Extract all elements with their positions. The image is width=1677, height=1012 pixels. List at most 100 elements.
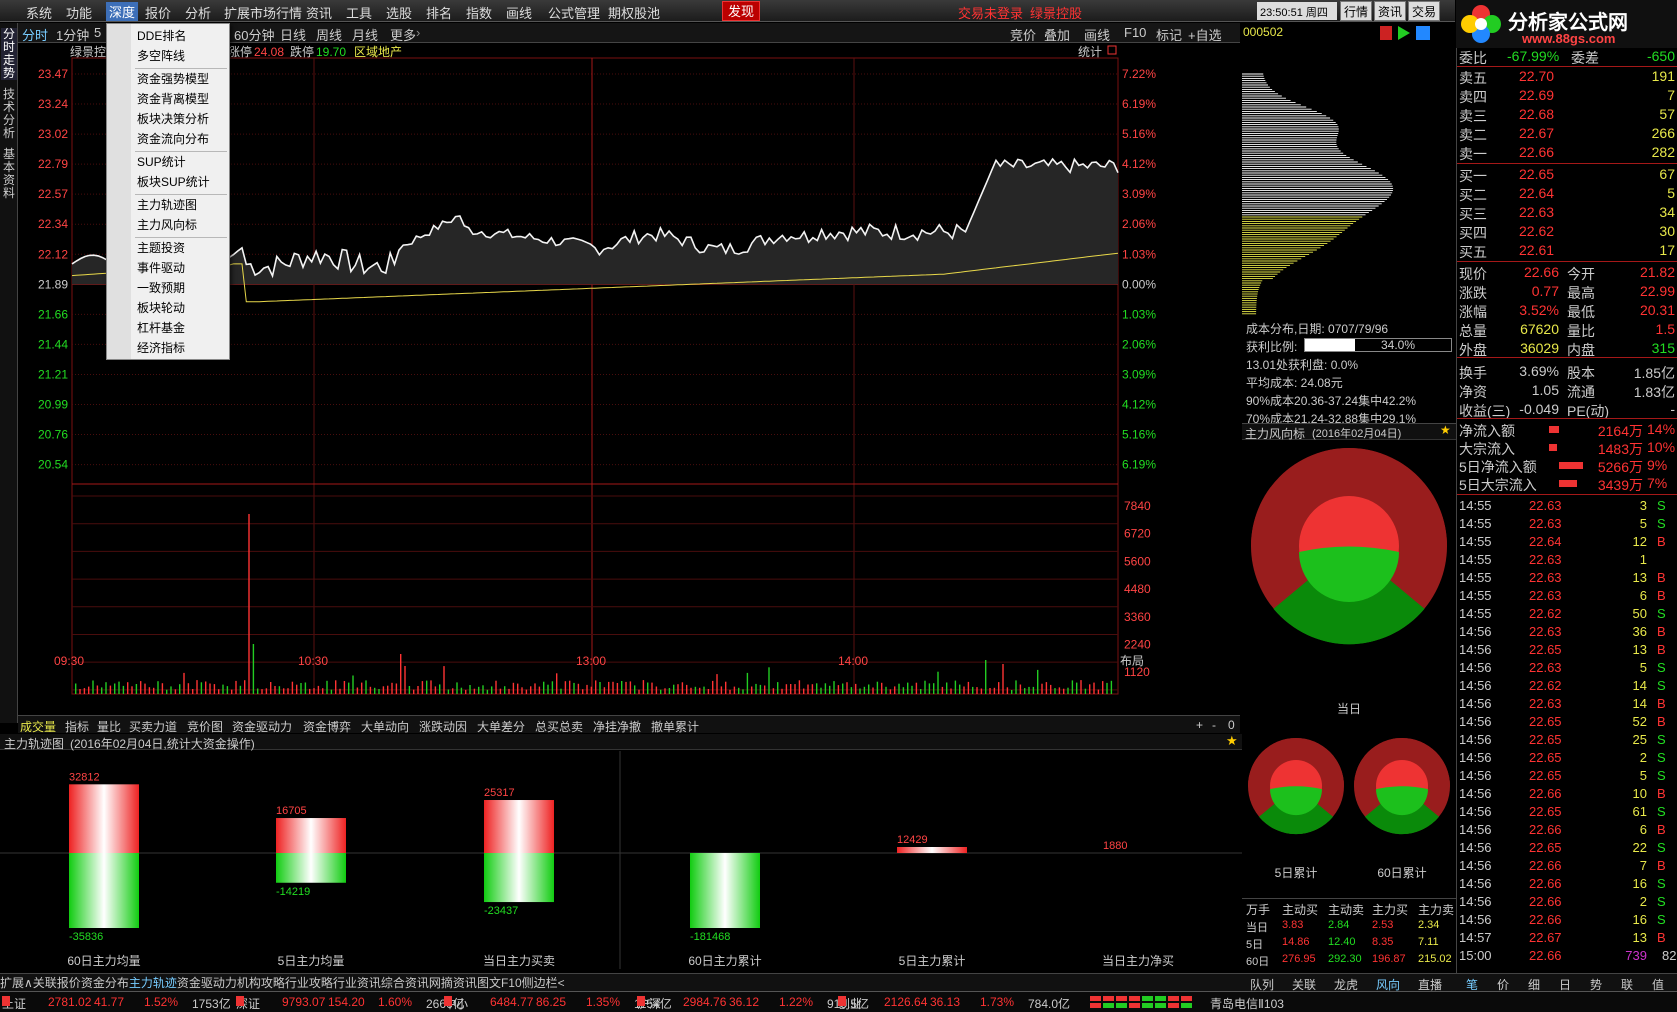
bottom-tab-7[interactable]: 行业资讯 bbox=[333, 976, 381, 990]
dropdown-item[interactable]: 事件驱动 bbox=[137, 259, 185, 276]
top-tab-0[interactable]: 行情 bbox=[1340, 1, 1372, 21]
star-icon[interactable]: ★ bbox=[1226, 733, 1238, 749]
menu-item-10[interactable]: 指数 bbox=[466, 3, 492, 22]
indicator-tab-8[interactable]: 涨跌动因 bbox=[419, 718, 467, 735]
price-axis-label: 22.57 bbox=[38, 187, 68, 201]
dropdown-item[interactable]: 杠杆基金 bbox=[137, 319, 185, 336]
period-1[interactable]: 1分钟 bbox=[56, 25, 89, 44]
zoom-control-2[interactable]: 0 bbox=[1228, 718, 1235, 732]
menu-item-8[interactable]: 选股 bbox=[386, 3, 412, 22]
menu-item-6[interactable]: 资讯 bbox=[306, 3, 332, 22]
f10-tab[interactable]: 图文F10 bbox=[477, 976, 522, 990]
play-icon[interactable] bbox=[1398, 26, 1410, 40]
menu-item-2[interactable]: 深度 bbox=[106, 2, 139, 21]
indicator-tab-2[interactable]: 量比 bbox=[97, 718, 121, 735]
top-tab-1[interactable]: 资讯 bbox=[1374, 1, 1406, 21]
menu-item-12[interactable]: 公式管理 bbox=[548, 3, 600, 22]
dropdown-item[interactable]: 资金背离模型 bbox=[137, 90, 209, 107]
dropdown-item[interactable]: 主力风向标 bbox=[137, 216, 197, 233]
chart-tool-4[interactable]: 标记 bbox=[1156, 25, 1182, 44]
period-3[interactable]: 60分钟 bbox=[234, 25, 274, 44]
period-7[interactable]: 更多 bbox=[390, 25, 416, 44]
bottom-tab-5[interactable]: 机构攻略 bbox=[237, 976, 285, 990]
menu-item-9[interactable]: 排名 bbox=[426, 3, 452, 22]
vertical-tab-2[interactable]: 基本资料 bbox=[1, 148, 17, 200]
dropdown-item[interactable]: 资金强势模型 bbox=[137, 70, 209, 87]
price-axis-label: 20.54 bbox=[38, 458, 68, 472]
dropdown-item[interactable]: SUP统计 bbox=[137, 153, 186, 170]
period-4[interactable]: 日线 bbox=[280, 25, 306, 44]
indicator-tab-7[interactable]: 大单动向 bbox=[361, 718, 409, 735]
dropdown-item[interactable]: 多空阵线 bbox=[137, 47, 185, 64]
dropdown-item[interactable]: 主力轨迹图 bbox=[137, 196, 197, 213]
bottom-tab-9[interactable]: 网摘资讯 bbox=[429, 976, 477, 990]
red-flag-icon[interactable] bbox=[1380, 26, 1392, 40]
breadth-segment bbox=[1168, 996, 1179, 1001]
bottom-tab-8[interactable]: 综合资讯 bbox=[381, 976, 429, 990]
dropdown-item[interactable]: 板块SUP统计 bbox=[137, 173, 210, 190]
vertical-tab-1[interactable]: 技术分析 bbox=[1, 88, 17, 140]
sector-label: 区域地产 bbox=[354, 45, 402, 59]
chart-tool-1[interactable]: 叠加 bbox=[1044, 25, 1070, 44]
chart-tool-0[interactable]: 竞价 bbox=[1010, 25, 1036, 44]
top-tab-2[interactable]: 交易 bbox=[1408, 1, 1440, 21]
chart-tool-2[interactable]: 画线 bbox=[1084, 25, 1110, 44]
dropdown-item[interactable]: 一致预期 bbox=[137, 279, 185, 296]
menu-item-0[interactable]: 系统 bbox=[26, 3, 52, 22]
dropdown-item[interactable]: 板块轮动 bbox=[137, 299, 185, 316]
dropdown-item[interactable]: 板块决策分析 bbox=[137, 110, 209, 127]
tick-volume: 3 bbox=[1639, 498, 1647, 513]
bottom-tab-6[interactable]: 行业攻略 bbox=[285, 976, 333, 990]
indicator-tab-3[interactable]: 买卖力道 bbox=[129, 718, 177, 735]
indicator-tab-1[interactable]: 指标 bbox=[65, 718, 89, 735]
volume-bar bbox=[309, 688, 311, 694]
menu-item-5[interactable]: 扩展市场行情 bbox=[224, 3, 302, 22]
index-up-icon bbox=[838, 996, 846, 1006]
dropdown-item[interactable]: DDE排名 bbox=[137, 27, 186, 44]
trade-login-status[interactable]: 交易未登录 bbox=[958, 3, 1023, 22]
dropdown-item[interactable]: 主题投资 bbox=[137, 239, 185, 256]
index-hs-2: 36.12 bbox=[729, 995, 760, 1009]
indicator-tab-6[interactable]: 资金博弈 bbox=[303, 718, 351, 735]
indicator-tab-12[interactable]: 撤单累计 bbox=[651, 718, 699, 735]
volume-bar bbox=[707, 689, 710, 694]
period-6[interactable]: 月线 bbox=[352, 25, 378, 44]
period-5[interactable]: 周线 bbox=[316, 25, 342, 44]
more-arrow-icon[interactable]: › bbox=[416, 25, 420, 40]
layout-label[interactable]: 布局 bbox=[1120, 654, 1144, 668]
bottom-tab-0[interactable]: 扩展∧ bbox=[0, 976, 33, 990]
zoom-control-1[interactable]: - bbox=[1212, 718, 1216, 732]
menu-item-13[interactable]: 期权股池 bbox=[608, 3, 660, 22]
menu-item-3[interactable]: 报价 bbox=[145, 3, 171, 22]
volume-bar bbox=[664, 688, 666, 694]
stat-label[interactable]: 统计 bbox=[1078, 45, 1102, 59]
zoom-control-0[interactable]: + bbox=[1196, 718, 1203, 732]
menu-item-4[interactable]: 分析 bbox=[185, 3, 211, 22]
chart-tool-3[interactable]: F10 bbox=[1124, 25, 1146, 40]
period-0[interactable]: 分时 bbox=[22, 25, 48, 44]
menu-item-7[interactable]: 工具 bbox=[346, 3, 372, 22]
bottom-tab-1[interactable]: 关联报价 bbox=[33, 976, 81, 990]
menu-item-1[interactable]: 功能 bbox=[66, 3, 92, 22]
star-icon[interactable]: ★ bbox=[1440, 423, 1451, 437]
indicator-tab-10[interactable]: 总买总卖 bbox=[535, 718, 583, 735]
dropdown-item[interactable]: 经济指标 bbox=[137, 339, 185, 356]
network-status[interactable]: 青岛电信Ⅱ103 bbox=[1210, 995, 1284, 1012]
period-2[interactable]: 5 bbox=[94, 25, 101, 40]
indicator-tab-11[interactable]: 净挂净撤 bbox=[593, 718, 641, 735]
bottom-tab-3[interactable]: 主力轨迹 bbox=[129, 976, 177, 990]
discover-button[interactable]: 发现 bbox=[722, 1, 760, 21]
blue-icon[interactable] bbox=[1416, 26, 1430, 40]
bottom-tab-4[interactable]: 资金驱动力 bbox=[177, 976, 237, 990]
indicator-tab-9[interactable]: 大单差分 bbox=[477, 718, 525, 735]
chart-tool-5[interactable]: +自选 bbox=[1188, 25, 1222, 44]
indicator-tab-0[interactable]: 成交量 bbox=[20, 718, 56, 735]
volume-bar bbox=[192, 689, 194, 694]
sidebar-toggle[interactable]: 侧边栏< bbox=[522, 976, 565, 990]
bottom-tab-2[interactable]: 资金分布 bbox=[81, 976, 129, 990]
dropdown-item[interactable]: 资金流向分布 bbox=[137, 130, 209, 147]
menu-item-11[interactable]: 画线 bbox=[506, 3, 532, 22]
vertical-tab-0[interactable]: 分时走势 bbox=[1, 28, 17, 80]
indicator-tab-4[interactable]: 竞价图 bbox=[187, 718, 223, 735]
indicator-tab-5[interactable]: 资金驱动力 bbox=[232, 718, 292, 735]
